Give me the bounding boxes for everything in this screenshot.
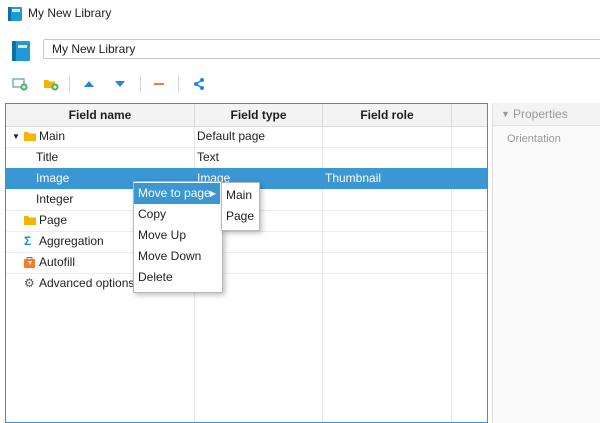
add-folder-button[interactable] [40, 74, 62, 94]
table-row[interactable]: Autofill [6, 252, 487, 273]
move-to-page-submenu: Main Page [221, 182, 260, 231]
table-header: Field name Field type Field role [6, 104, 487, 127]
field-name: Page [39, 213, 68, 227]
field-name: Main [39, 129, 66, 143]
toolbar-separator [178, 75, 179, 93]
field-role: Thumbnail [325, 171, 382, 185]
add-field-icon [12, 78, 28, 91]
folder-icon [24, 132, 36, 141]
table-row[interactable]: ▼ Main Default page [6, 126, 487, 147]
menu-item-label: Move to page [138, 186, 211, 200]
properties-pane: ▼ Properties Orientation [492, 103, 600, 423]
app-window: My New Library My New Library Field name… [0, 0, 600, 423]
expand-arrow-icon[interactable]: ▼ [12, 126, 20, 147]
column-header-field-type[interactable]: Field type [195, 104, 323, 126]
column-header-field-role[interactable]: Field role [323, 104, 452, 126]
field-name: Autofill [39, 255, 76, 269]
field-type: Default page [197, 129, 266, 143]
field-name: Title [36, 150, 59, 164]
toolbar-separator [69, 75, 70, 93]
field-name: Aggregation [39, 234, 104, 248]
submenu-item-page[interactable]: Page [222, 206, 257, 227]
column-header-field-name[interactable]: Field name [6, 104, 195, 126]
add-folder-icon [44, 80, 59, 91]
fields-tree-table[interactable]: Field name Field type Field role ▼ Main … [5, 103, 488, 423]
title-bar: My New Library [0, 0, 600, 28]
folder-icon [24, 216, 36, 225]
field-name: Image [36, 171, 70, 185]
menu-item-move-to-page[interactable]: Move to page ▶ [134, 183, 220, 204]
add-field-button[interactable] [9, 74, 31, 94]
share-button[interactable] [188, 74, 210, 94]
field-name: Advanced options [39, 276, 135, 290]
submenu-item-main[interactable]: Main [222, 185, 257, 206]
library-icon [8, 7, 22, 21]
menu-item-move-down[interactable]: Move Down [134, 246, 220, 267]
move-down-button[interactable] [109, 74, 131, 94]
gear-icon: ⚙ [24, 276, 35, 290]
library-name-field[interactable]: My New Library [43, 39, 600, 59]
orientation-label: Orientation [507, 133, 561, 145]
menu-item-delete[interactable]: Delete [134, 267, 220, 288]
table-row[interactable]: Σ Aggregation [6, 231, 487, 252]
book-icon [12, 41, 30, 61]
autofill-icon [24, 257, 35, 268]
menu-item-copy[interactable]: Copy [134, 204, 220, 225]
share-icon [194, 78, 204, 90]
submenu-arrow-icon: ▶ [209, 189, 216, 198]
table-row[interactable]: Title Text [6, 147, 487, 168]
properties-title: Properties [513, 107, 568, 121]
remove-button[interactable] [148, 74, 170, 94]
collapse-arrow-icon[interactable]: ▼ [501, 109, 510, 119]
field-name: Integer [36, 192, 74, 206]
toolbar-separator [140, 75, 141, 93]
move-up-button[interactable] [78, 74, 100, 94]
properties-header[interactable]: ▼ Properties [493, 103, 600, 126]
table-row[interactable]: ⚙ Advanced options [6, 273, 487, 294]
window-title: My New Library [28, 6, 112, 20]
menu-item-move-up[interactable]: Move Up [134, 225, 220, 246]
context-menu: Move to page ▶ Copy Move Up Move Down De… [133, 181, 223, 293]
move-up-icon [84, 81, 94, 87]
move-down-icon [115, 81, 125, 87]
minus-icon [154, 83, 164, 85]
sigma-icon: Σ [24, 234, 32, 248]
field-type: Text [197, 150, 220, 164]
